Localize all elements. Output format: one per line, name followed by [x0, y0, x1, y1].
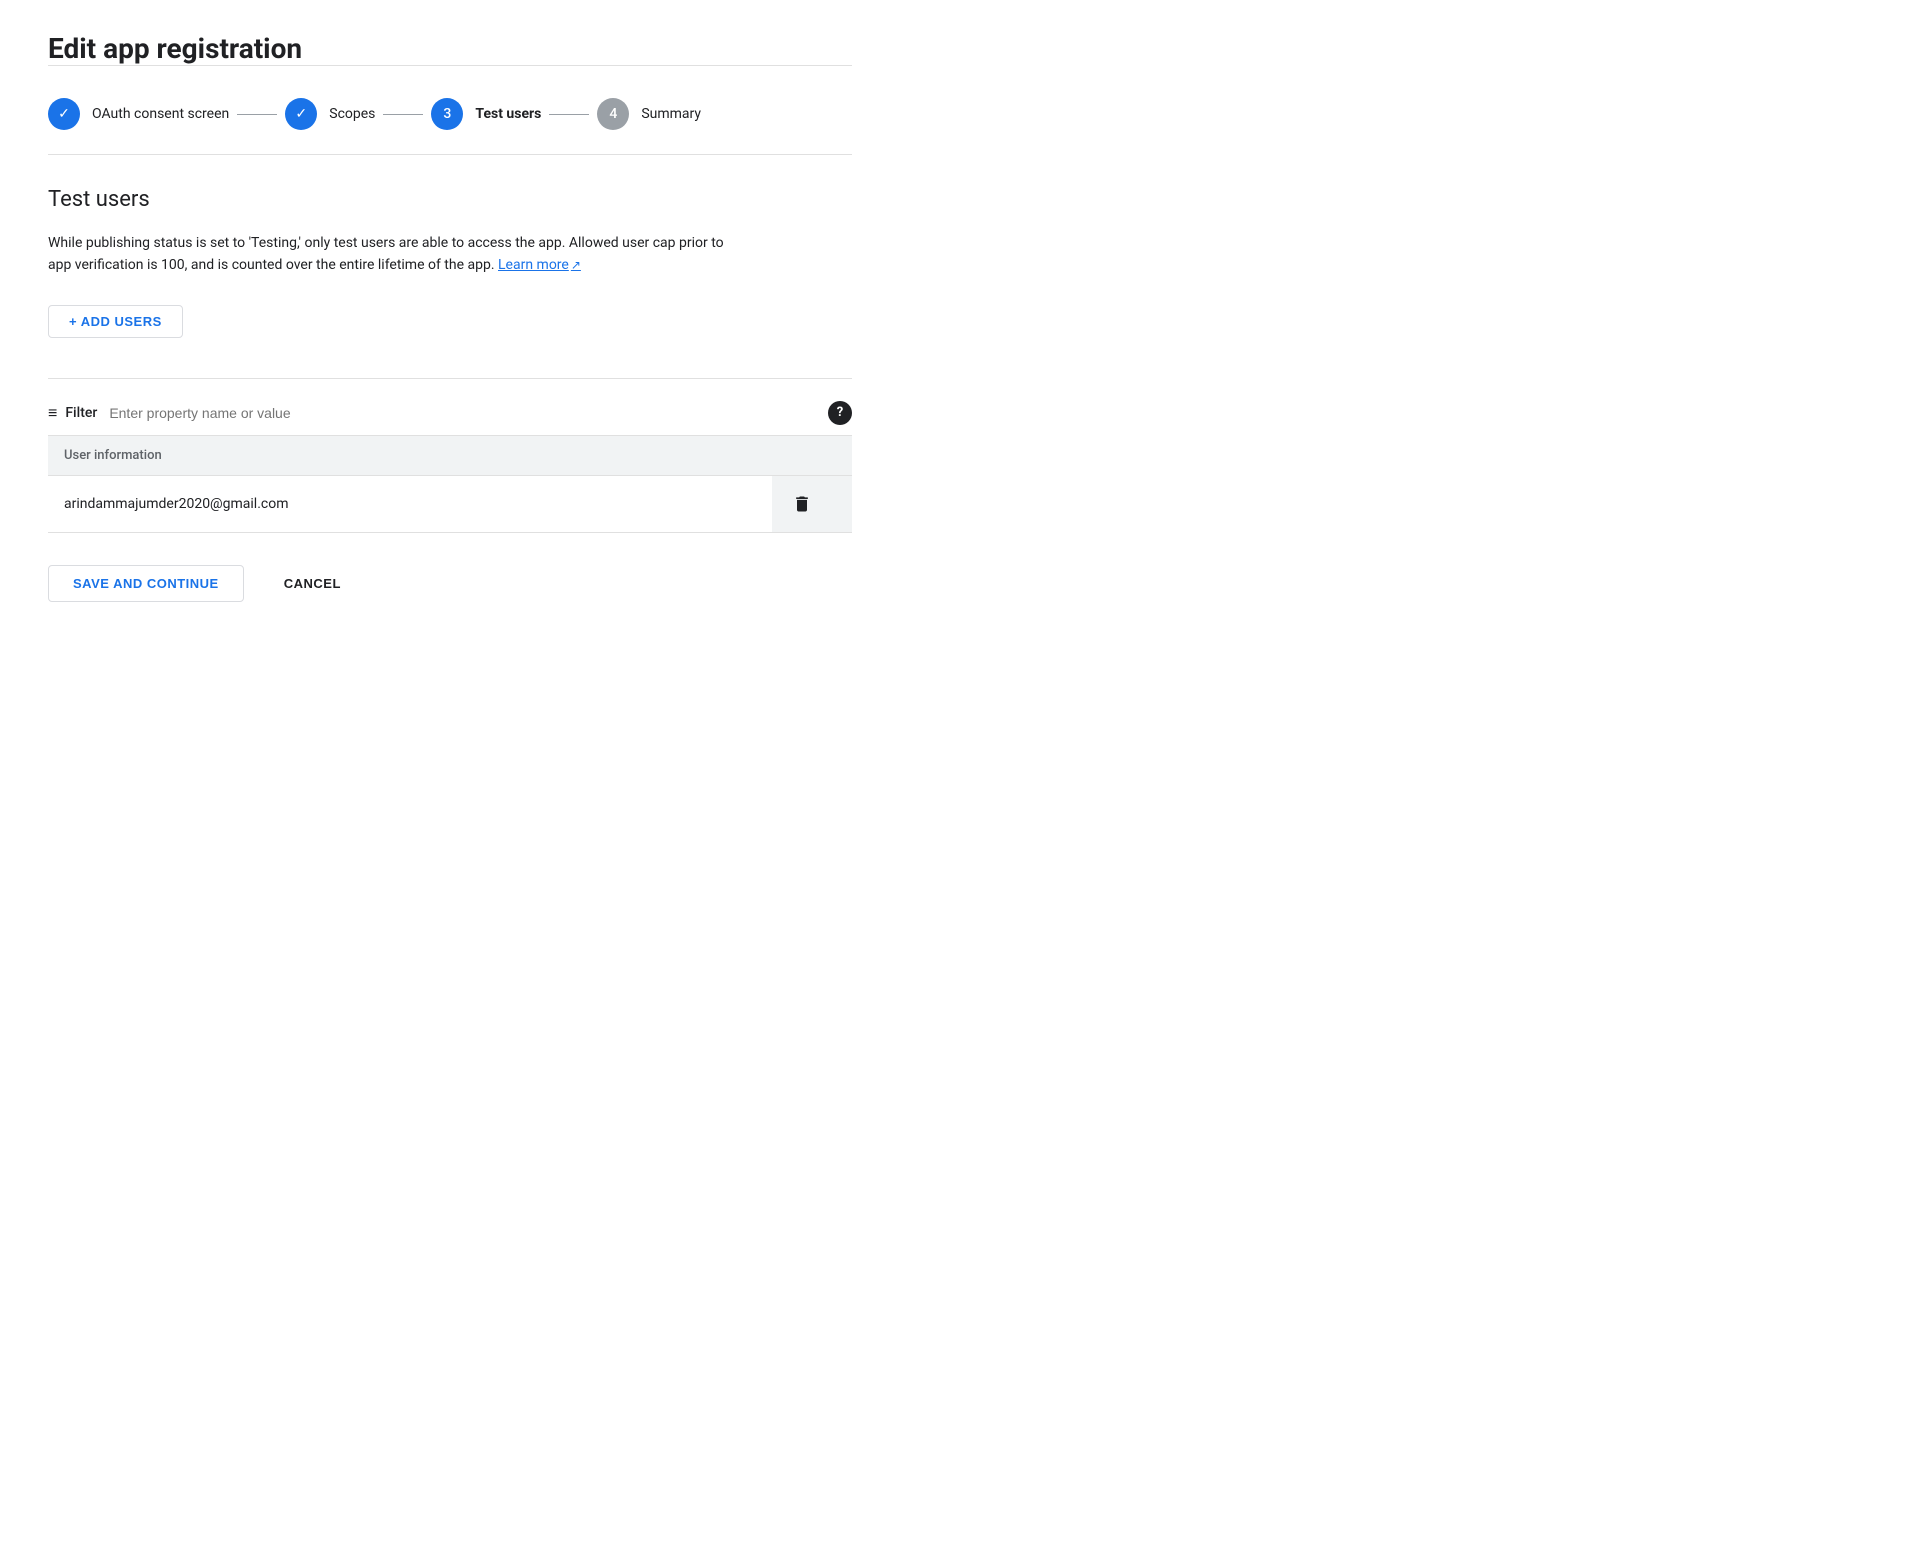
step-connector-1 [237, 114, 277, 115]
external-link-icon: ↗ [571, 258, 581, 272]
step-connector-3 [549, 114, 589, 115]
step-scopes: ✓ Scopes [285, 98, 375, 130]
help-icon[interactable]: ? [828, 401, 852, 425]
step-test-users: 3 Test users [431, 98, 541, 130]
step-connector-2 [383, 114, 423, 115]
users-table: User information arindammajumder2020@gma… [48, 436, 852, 533]
table-header: User information [48, 436, 852, 476]
col-header-user-info: User information [48, 436, 772, 476]
step-circle-test-users: 3 [431, 98, 463, 130]
description-text: While publishing status is set to 'Testi… [48, 232, 728, 277]
filter-section: ≡ Filter ? User information arindammajum… [48, 378, 852, 533]
checkmark-icon: ✓ [58, 106, 70, 122]
delete-user-button[interactable] [788, 490, 816, 518]
stepper: ✓ OAuth consent screen ✓ Scopes 3 Test u… [48, 98, 852, 155]
page-title: Edit app registration [48, 32, 852, 65]
step-circle-scopes: ✓ [285, 98, 317, 130]
user-email: arindammajumder2020@gmail.com [48, 475, 772, 532]
table-body: arindammajumder2020@gmail.com [48, 475, 852, 532]
step-label-oauth: OAuth consent screen [92, 106, 229, 122]
col-header-actions [772, 436, 852, 476]
action-cell [772, 475, 852, 532]
cancel-button[interactable]: CANCEL [268, 566, 357, 601]
step-label-scopes: Scopes [329, 106, 375, 122]
step-label-summary: Summary [641, 106, 701, 122]
add-users-button[interactable]: + ADD USERS [48, 305, 183, 338]
step-label-test-users: Test users [475, 106, 541, 122]
filter-icon: ≡ [48, 403, 57, 423]
step-oauth: ✓ OAuth consent screen [48, 98, 229, 130]
table-row: arindammajumder2020@gmail.com [48, 475, 852, 532]
step-summary: 4 Summary [597, 98, 701, 130]
bottom-actions: SAVE AND CONTINUE CANCEL [48, 565, 852, 602]
filter-label: Filter [65, 405, 97, 421]
title-divider [48, 65, 852, 66]
learn-more-link[interactable]: Learn more↗ [498, 257, 581, 273]
save-and-continue-button[interactable]: SAVE AND CONTINUE [48, 565, 244, 602]
step-circle-summary: 4 [597, 98, 629, 130]
step-number-4: 4 [609, 106, 617, 122]
filter-input[interactable] [109, 405, 820, 421]
main-content: Test users While publishing status is se… [48, 187, 852, 602]
checkmark-icon-2: ✓ [295, 106, 307, 122]
filter-row: ≡ Filter ? [48, 391, 852, 436]
step-number-3: 3 [443, 106, 451, 122]
trash-icon [792, 494, 812, 514]
section-title: Test users [48, 187, 852, 212]
step-circle-oauth: ✓ [48, 98, 80, 130]
